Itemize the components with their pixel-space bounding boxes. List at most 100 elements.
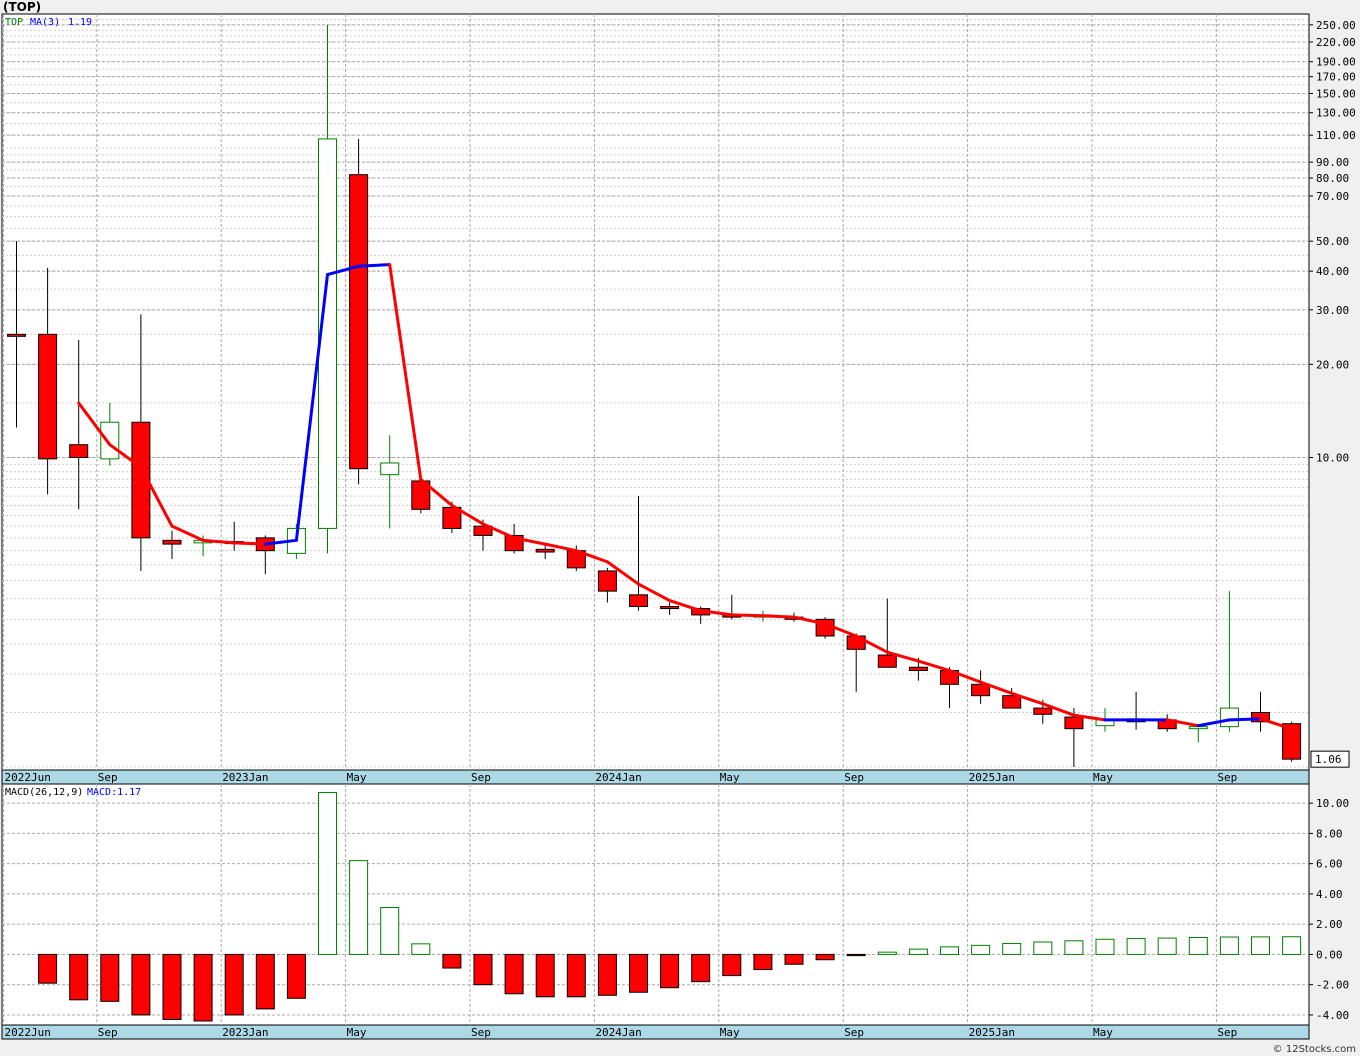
macd-bar xyxy=(1219,936,1239,955)
price-axis-label: 80.00 xyxy=(1316,172,1349,185)
price-axis-label: 170.00 xyxy=(1316,71,1356,84)
price-axis-label: 40.00 xyxy=(1316,265,1349,278)
date-label-upper: May xyxy=(720,771,740,784)
macd-bar xyxy=(1002,943,1022,955)
macd-bar xyxy=(193,953,213,1022)
price-axis-label: 30.00 xyxy=(1316,304,1349,317)
ma3-segment xyxy=(357,263,392,268)
macd-axis-label: 0.00 xyxy=(1316,948,1343,961)
candle-body xyxy=(1033,707,1053,715)
macd-bar xyxy=(846,953,866,957)
date-label-lower: May xyxy=(720,1026,740,1039)
candle-body xyxy=(535,548,555,553)
macd-legend-label: MACD(26,12,9) xyxy=(5,787,83,798)
price-axis-label: 150.00 xyxy=(1316,87,1356,100)
date-label-upper: Sep xyxy=(844,771,864,784)
macd-bar xyxy=(1282,936,1302,955)
date-label-lower: 2022Jun xyxy=(5,1026,51,1039)
macd-axis-label: -2.00 xyxy=(1316,979,1349,992)
legend-ma-value: 1.19 xyxy=(68,17,92,28)
macd-bar xyxy=(1126,938,1146,955)
legend-ma-label: MA(3) xyxy=(30,17,60,28)
price-axis-label: 10.00 xyxy=(1316,451,1349,464)
macd-bar xyxy=(1095,938,1115,955)
price-axis-label: 90.00 xyxy=(1316,156,1349,169)
candle-body xyxy=(877,654,897,668)
candle-body xyxy=(908,666,928,672)
price-axis-label: 20.00 xyxy=(1316,358,1349,371)
macd-bar xyxy=(1157,937,1177,955)
date-band-lower xyxy=(1,1024,1310,1040)
date-label-upper: Sep xyxy=(471,771,491,784)
price-pane xyxy=(1,13,1310,771)
candle-body xyxy=(100,421,120,460)
macd-legend-value: MACD:1.17 xyxy=(87,787,141,798)
candle-body xyxy=(349,174,369,470)
macd-bar xyxy=(69,953,89,1001)
ma3-segment xyxy=(730,613,765,618)
macd-bar xyxy=(318,792,337,955)
date-label-upper: Sep xyxy=(1217,771,1237,784)
macd-bar xyxy=(349,860,369,955)
macd-bar xyxy=(380,907,400,955)
macd-bar xyxy=(162,953,182,1020)
date-label-upper: 2022Jun xyxy=(5,771,51,784)
chart-canvas: 250.00 220.00 190.00 170.00 150.00 130.00 110.… xyxy=(1,13,1356,1040)
macd-bar xyxy=(1064,940,1084,955)
macd-bar xyxy=(224,953,244,1016)
candle-body xyxy=(597,570,617,592)
date-label-upper: 2025Jan xyxy=(969,771,1015,784)
date-label-lower: Sep xyxy=(471,1026,491,1039)
date-band-upper xyxy=(1,769,1310,785)
legend-symbol: TOP xyxy=(5,17,23,28)
candle-body xyxy=(971,683,991,697)
date-label-lower: 2024Jan xyxy=(595,1026,641,1039)
macd-bar xyxy=(940,946,959,955)
ma3-segment xyxy=(1227,717,1262,722)
macd-bar xyxy=(753,953,773,971)
date-label-lower: May xyxy=(347,1026,367,1039)
macd-bar xyxy=(504,953,524,995)
macd-bar xyxy=(691,953,711,983)
macd-axis-label: 2.00 xyxy=(1316,918,1343,931)
price-axis-label: 190.00 xyxy=(1316,56,1356,69)
date-label-upper: May xyxy=(347,771,367,784)
macd-bar xyxy=(1188,936,1208,955)
date-label-upper: 2024Jan xyxy=(595,771,641,784)
candle-body xyxy=(629,594,648,608)
price-axis-label: 130.00 xyxy=(1316,107,1356,120)
macd-bar xyxy=(535,953,555,998)
macd-bar xyxy=(784,953,804,965)
macd-bar xyxy=(629,953,648,993)
macd-bar xyxy=(286,953,306,999)
date-label-upper: Sep xyxy=(98,771,118,784)
macd-bar xyxy=(100,953,120,1002)
date-label-lower: Sep xyxy=(844,1026,864,1039)
macd-bar xyxy=(722,953,742,977)
candle-body xyxy=(69,444,89,458)
candle-body xyxy=(1064,716,1084,730)
date-label-lower: Sep xyxy=(1217,1026,1237,1039)
macd-axis-label: 8.00 xyxy=(1316,827,1343,840)
candle-body xyxy=(162,539,182,545)
macd-bar xyxy=(411,943,431,955)
date-label-upper: May xyxy=(1093,771,1113,784)
price-axis-label: 70.00 xyxy=(1316,190,1349,203)
candle-body xyxy=(1219,707,1239,728)
macd-axis-label: -4.00 xyxy=(1316,1009,1349,1022)
date-label-upper: 2023Jan xyxy=(222,771,268,784)
macd-axis-label: 6.00 xyxy=(1316,858,1343,871)
price-axis-label: 250.00 xyxy=(1316,19,1356,32)
candle-body xyxy=(38,333,58,460)
candle-body xyxy=(660,606,680,610)
candle-body xyxy=(7,333,26,337)
ma3-segment xyxy=(232,541,267,546)
macd-bar xyxy=(473,953,493,986)
macd-bar xyxy=(1251,936,1270,955)
date-label-lower: 2025Jan xyxy=(969,1026,1015,1039)
macd-bar xyxy=(442,953,462,969)
price-axis-label: 110.00 xyxy=(1316,129,1356,142)
watermark: © 12Stocks.com xyxy=(1272,1044,1356,1055)
macd-bar xyxy=(815,953,835,961)
price-axis-label: 220.00 xyxy=(1316,36,1356,49)
